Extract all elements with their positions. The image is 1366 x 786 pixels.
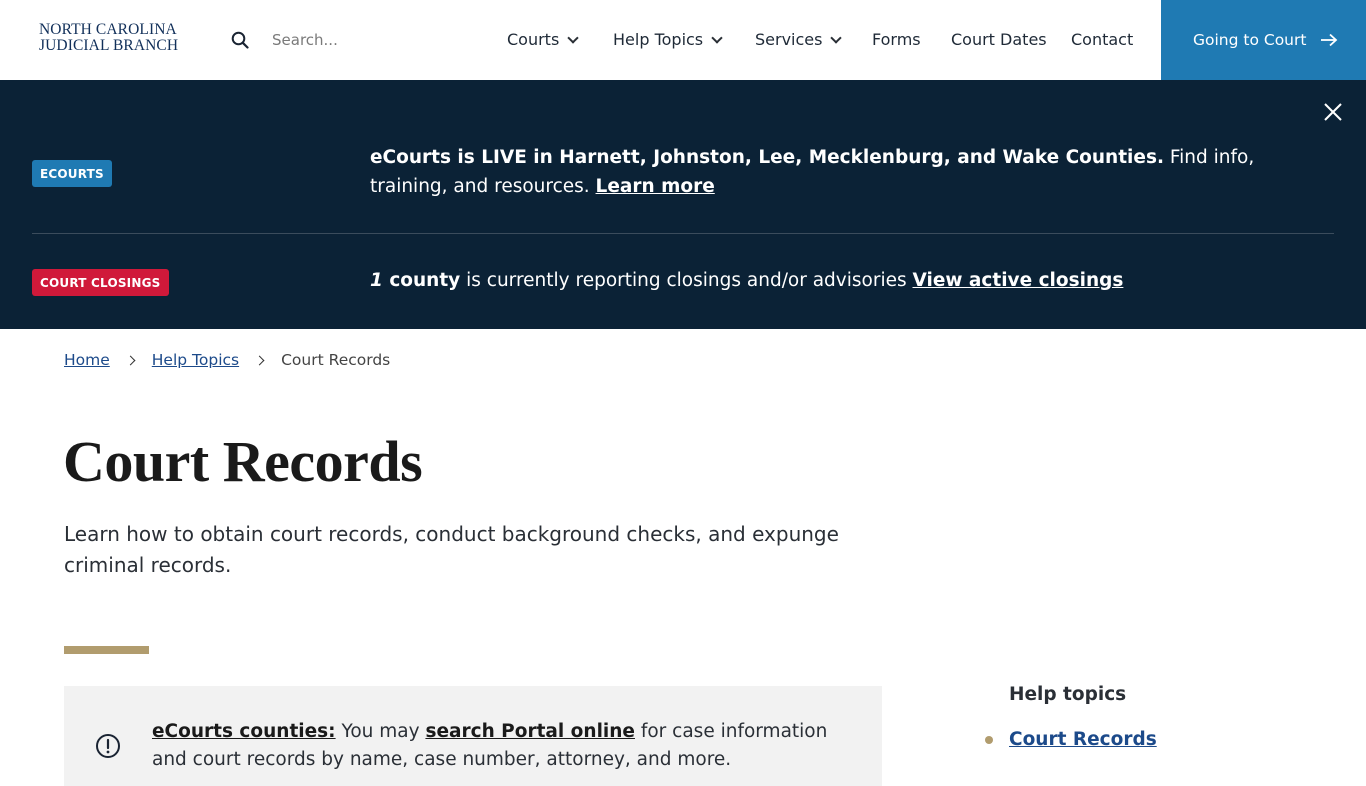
sidebar-item-court-records[interactable]: Court Records — [985, 729, 1157, 750]
arrow-right-icon — [1321, 33, 1338, 47]
closings-count: 1 — [370, 270, 383, 291]
going-to-court-label: Going to Court — [1193, 31, 1307, 49]
search-portal-link[interactable]: search Portal online — [425, 721, 635, 742]
breadcrumb: Home Help Topics Court Records — [64, 351, 390, 369]
search-input[interactable] — [262, 24, 472, 56]
going-to-court-button[interactable]: Going to Court — [1161, 0, 1366, 80]
nav-help-topics-label: Help Topics — [613, 30, 704, 49]
nav-services-label: Services — [755, 30, 823, 49]
ecourts-alert-bold: eCourts is LIVE in Harnett, Johnston, Le… — [370, 147, 1164, 168]
nav-contact[interactable]: Contact — [1071, 30, 1133, 49]
exclamation-circle-icon — [96, 734, 120, 758]
nav-help-topics[interactable]: Help Topics — [613, 30, 723, 49]
closings-alert-text: 1 county is currently reporting closings… — [370, 266, 1270, 295]
close-icon[interactable] — [1322, 101, 1344, 123]
ecourts-counties-link[interactable]: eCourts counties: — [152, 721, 336, 742]
chevron-down-icon — [567, 31, 579, 44]
ecourts-badge: ECOURTS — [32, 160, 112, 187]
breadcrumb-current: Court Records — [281, 351, 391, 369]
court-closings-badge: COURT CLOSINGS — [32, 269, 169, 296]
closings-county-word: county — [382, 270, 461, 291]
closings-alert-rest: is currently reporting closings and/or a… — [460, 270, 913, 291]
nav-forms[interactable]: Forms — [872, 30, 921, 49]
ecourts-notice-box: eCourts counties: You may search Portal … — [64, 686, 882, 786]
breadcrumb-help-topics[interactable]: Help Topics — [152, 351, 239, 369]
logo-line-1: NORTH CAROLINA — [39, 21, 177, 38]
accent-bar — [64, 646, 149, 654]
nav-court-dates[interactable]: Court Dates — [951, 30, 1047, 49]
nav-courts-label: Courts — [507, 30, 560, 49]
page-intro: Learn how to obtain court records, condu… — [64, 522, 839, 577]
page-title: Court Records — [63, 429, 423, 494]
site-header: NORTH CAROLINA JUDICIAL BRANCH Courts He… — [0, 0, 1366, 80]
nav-services[interactable]: Services — [755, 30, 843, 49]
breadcrumb-home[interactable]: Home — [64, 351, 110, 369]
chevron-right-icon — [125, 355, 136, 365]
sidebar-item-label[interactable]: Court Records — [1009, 729, 1157, 750]
notice-mid: You may — [335, 721, 426, 742]
learn-more-link[interactable]: Learn more — [596, 176, 715, 197]
ecourts-alert-text: eCourts is LIVE in Harnett, Johnston, Le… — [370, 143, 1300, 201]
nav-court-dates-label: Court Dates — [951, 30, 1047, 49]
alert-divider — [32, 233, 1334, 234]
site-logo[interactable]: NORTH CAROLINA JUDICIAL BRANCH — [39, 22, 178, 54]
view-active-closings-link[interactable]: View active closings — [913, 270, 1124, 291]
sidebar-heading: Help topics — [1009, 684, 1127, 705]
bullet-icon — [985, 735, 993, 744]
chevron-down-icon — [711, 31, 723, 44]
alert-banner: ECOURTS eCourts is LIVE in Harnett, John… — [0, 80, 1366, 329]
chevron-down-icon — [830, 31, 843, 44]
search-icon[interactable] — [231, 31, 249, 49]
nav-courts[interactable]: Courts — [507, 30, 579, 49]
logo-line-2: JUDICIAL BRANCH — [39, 37, 179, 54]
nav-contact-label: Contact — [1071, 30, 1134, 49]
chevron-right-icon — [254, 355, 265, 365]
nav-forms-label: Forms — [872, 30, 921, 49]
notice-text: eCourts counties: You may search Portal … — [152, 718, 842, 774]
